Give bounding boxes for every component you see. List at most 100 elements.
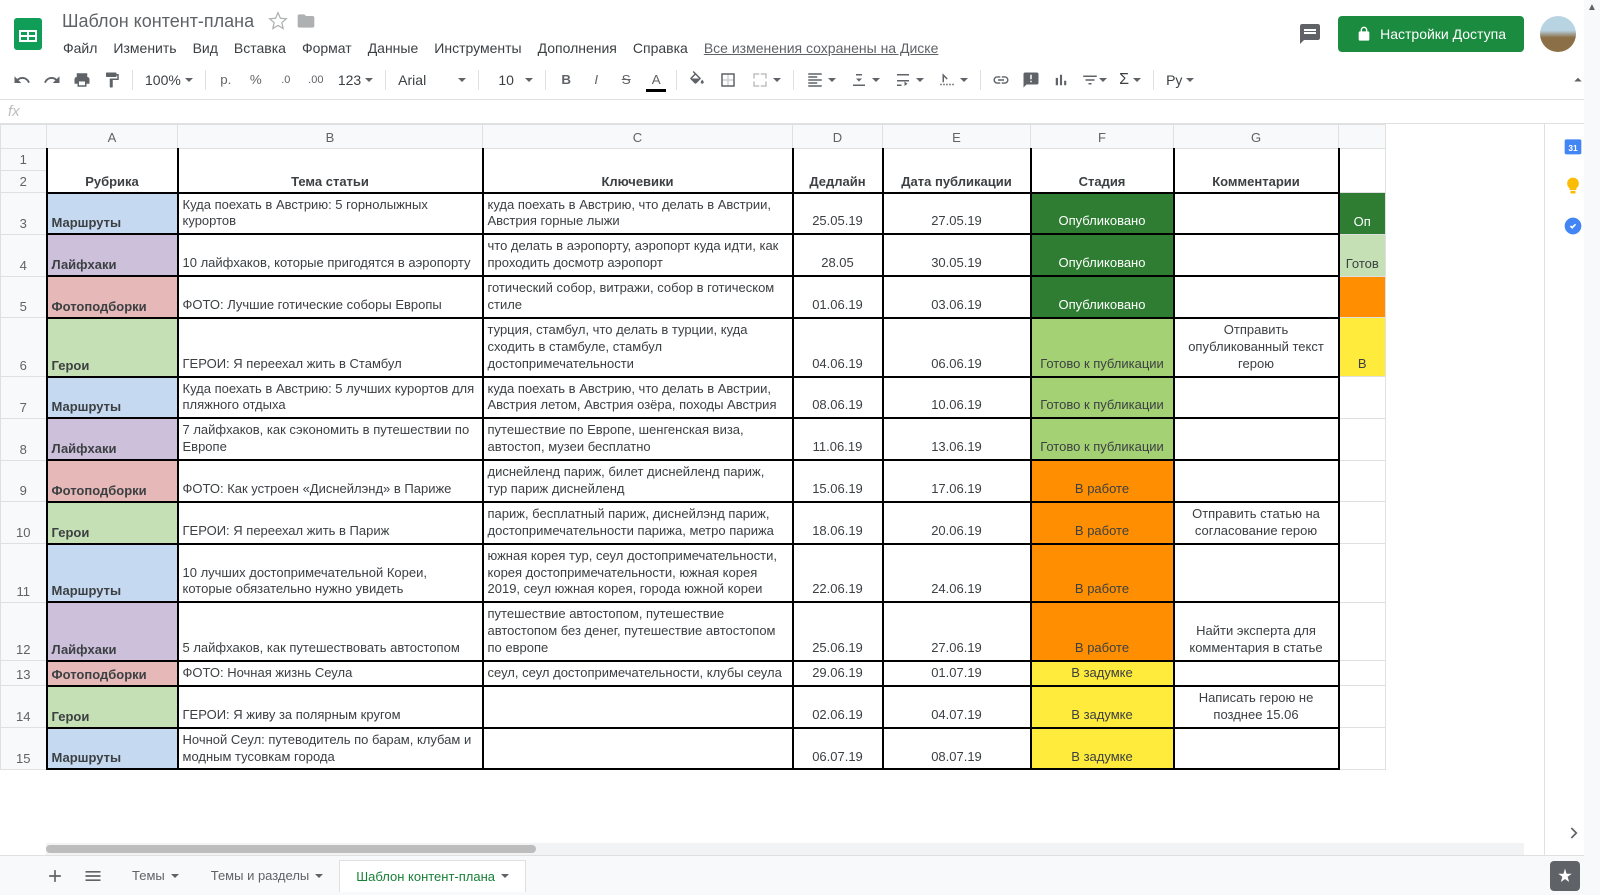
cell-H5[interactable] bbox=[1339, 276, 1386, 318]
col-header-A[interactable]: A bbox=[47, 125, 178, 149]
cell-C8[interactable]: путешествие по Европе, шенгенская виза, … bbox=[483, 418, 793, 460]
cell-B5[interactable]: ФОТО: Лучшие готические соборы Европы bbox=[178, 276, 483, 318]
menu-format[interactable]: Формат bbox=[295, 36, 359, 60]
row-header-8[interactable]: 8 bbox=[1, 418, 47, 460]
cell-G7[interactable] bbox=[1174, 377, 1339, 419]
col-header-C[interactable]: C bbox=[483, 125, 793, 149]
cell-H15[interactable] bbox=[1339, 728, 1386, 770]
header-G[interactable]: Комментарии bbox=[1174, 149, 1339, 193]
bold-button[interactable]: B bbox=[552, 66, 580, 94]
filter-button[interactable] bbox=[1077, 66, 1111, 94]
spreadsheet-grid[interactable]: ABCDEFG1РубрикаТема статьиКлючевикиДедла… bbox=[0, 124, 1544, 855]
row-header-11[interactable]: 11 bbox=[1, 544, 47, 603]
number-format-dropdown[interactable]: 123 bbox=[332, 66, 379, 94]
borders-button[interactable] bbox=[713, 66, 743, 94]
row-header-12[interactable]: 12 bbox=[1, 602, 47, 661]
select-all-cell[interactable] bbox=[1, 125, 47, 149]
cell-G13[interactable] bbox=[1174, 661, 1339, 686]
menu-file[interactable]: Файл bbox=[56, 36, 104, 60]
cell-E7[interactable]: 10.06.19 bbox=[883, 377, 1031, 419]
cell-E9[interactable]: 17.06.19 bbox=[883, 460, 1031, 502]
cell-G15[interactable] bbox=[1174, 728, 1339, 770]
cell-G9[interactable] bbox=[1174, 460, 1339, 502]
cell-E12[interactable]: 27.06.19 bbox=[883, 602, 1031, 661]
cell-G8[interactable] bbox=[1174, 418, 1339, 460]
vertical-scrollbar[interactable]: ▲ bbox=[1584, 0, 1600, 895]
row-header-4[interactable]: 4 bbox=[1, 234, 47, 276]
paint-format-button[interactable] bbox=[98, 66, 126, 94]
cell-F4[interactable]: Опубликовано bbox=[1031, 234, 1174, 276]
cell-F8[interactable]: Готово к публикации bbox=[1031, 418, 1174, 460]
comment-button[interactable] bbox=[1017, 66, 1045, 94]
row-header-6[interactable]: 6 bbox=[1, 318, 47, 377]
cell-F5[interactable]: Опубликовано bbox=[1031, 276, 1174, 318]
cell-C11[interactable]: южная корея тур, сеул достопримечательно… bbox=[483, 544, 793, 603]
cell-D12[interactable]: 25.06.19 bbox=[793, 602, 883, 661]
text-color-button[interactable]: A bbox=[642, 66, 670, 94]
chevron-right-icon[interactable] bbox=[1563, 823, 1583, 843]
cell-H14[interactable] bbox=[1339, 686, 1386, 728]
user-avatar[interactable] bbox=[1540, 16, 1576, 52]
halign-button[interactable] bbox=[800, 66, 842, 94]
cell-G6[interactable]: Отправить опубликованный текст герою bbox=[1174, 318, 1339, 377]
cell-F11[interactable]: В работе bbox=[1031, 544, 1174, 603]
cell-E5[interactable]: 03.06.19 bbox=[883, 276, 1031, 318]
cell-G11[interactable] bbox=[1174, 544, 1339, 603]
folder-icon[interactable] bbox=[296, 11, 316, 31]
header-C[interactable]: Ключевики bbox=[483, 149, 793, 193]
doc-title[interactable]: Шаблон контент-плана bbox=[56, 9, 260, 34]
cell-C6[interactable]: турция, стамбул, что делать в турции, ку… bbox=[483, 318, 793, 377]
cell-A3[interactable]: Маршруты bbox=[47, 193, 178, 235]
cell-H3[interactable]: Оп bbox=[1339, 193, 1386, 235]
cell-H7[interactable] bbox=[1339, 377, 1386, 419]
cell-G10[interactable]: Отправить статью на согласование герою bbox=[1174, 502, 1339, 544]
cell-C9[interactable]: диснейленд париж, билет диснейленд париж… bbox=[483, 460, 793, 502]
redo-button[interactable] bbox=[38, 66, 66, 94]
cell-H12[interactable] bbox=[1339, 602, 1386, 661]
inc-decimal-button[interactable]: .00 bbox=[302, 66, 330, 94]
cell-C14[interactable] bbox=[483, 686, 793, 728]
cell-B4[interactable]: 10 лайфхаков, которые пригодятся в аэроп… bbox=[178, 234, 483, 276]
merge-button[interactable] bbox=[745, 66, 787, 94]
formula-input[interactable] bbox=[32, 104, 1592, 119]
cell-F10[interactable]: В работе bbox=[1031, 502, 1174, 544]
cell-H11[interactable] bbox=[1339, 544, 1386, 603]
cell-A9[interactable]: Фотоподборки bbox=[47, 460, 178, 502]
header-E[interactable]: Дата публикации bbox=[883, 149, 1031, 193]
cell-A13[interactable]: Фотоподборки bbox=[47, 661, 178, 686]
cell-D4[interactable]: 28.05 bbox=[793, 234, 883, 276]
star-icon[interactable] bbox=[268, 11, 288, 31]
comments-icon[interactable] bbox=[1298, 22, 1322, 46]
col-header-B[interactable]: B bbox=[178, 125, 483, 149]
cell-A11[interactable]: Маршруты bbox=[47, 544, 178, 603]
cell-A8[interactable]: Лайфхаки bbox=[47, 418, 178, 460]
cell-E6[interactable]: 06.06.19 bbox=[883, 318, 1031, 377]
cell-A15[interactable]: Маршруты bbox=[47, 728, 178, 770]
menu-addons[interactable]: Дополнения bbox=[531, 36, 624, 60]
saved-status[interactable]: Все изменения сохранены на Диске bbox=[697, 36, 946, 60]
italic-button[interactable]: I bbox=[582, 66, 610, 94]
calendar-icon[interactable]: 31 bbox=[1563, 136, 1583, 156]
cell-E8[interactable]: 13.06.19 bbox=[883, 418, 1031, 460]
dec-decimal-button[interactable]: .0 bbox=[272, 66, 300, 94]
row-header-15[interactable]: 15 bbox=[1, 728, 47, 770]
cell-C10[interactable]: париж, бесплатный париж, диснейлэнд пари… bbox=[483, 502, 793, 544]
print-button[interactable] bbox=[68, 66, 96, 94]
cell-B8[interactable]: 7 лайфхаков, как сэкономить в путешестви… bbox=[178, 418, 483, 460]
sheet-tab-2[interactable]: Шаблон контент-плана bbox=[339, 860, 526, 892]
zoom-dropdown[interactable]: 100% bbox=[139, 66, 199, 94]
rotate-button[interactable] bbox=[932, 66, 974, 94]
explore-button[interactable] bbox=[1550, 861, 1580, 891]
row-header-5[interactable]: 5 bbox=[1, 276, 47, 318]
cell-B7[interactable]: Куда поехать в Австрию: 5 лучших курорто… bbox=[178, 377, 483, 419]
font-dropdown[interactable]: Arial bbox=[392, 66, 472, 94]
cell-B3[interactable]: Куда поехать в Австрию: 5 горнолыжных ку… bbox=[178, 193, 483, 235]
sheet-tab-0[interactable]: Темы bbox=[116, 860, 195, 892]
cell-D15[interactable]: 06.07.19 bbox=[793, 728, 883, 770]
row-header-1[interactable]: 1 bbox=[1, 149, 47, 171]
cell-D11[interactable]: 22.06.19 bbox=[793, 544, 883, 603]
input-lang-button[interactable]: Ру bbox=[1160, 66, 1200, 94]
cell-G5[interactable] bbox=[1174, 276, 1339, 318]
cell-A5[interactable]: Фотоподборки bbox=[47, 276, 178, 318]
cell-C3[interactable]: куда поехать в Австрию, что делать в Авс… bbox=[483, 193, 793, 235]
